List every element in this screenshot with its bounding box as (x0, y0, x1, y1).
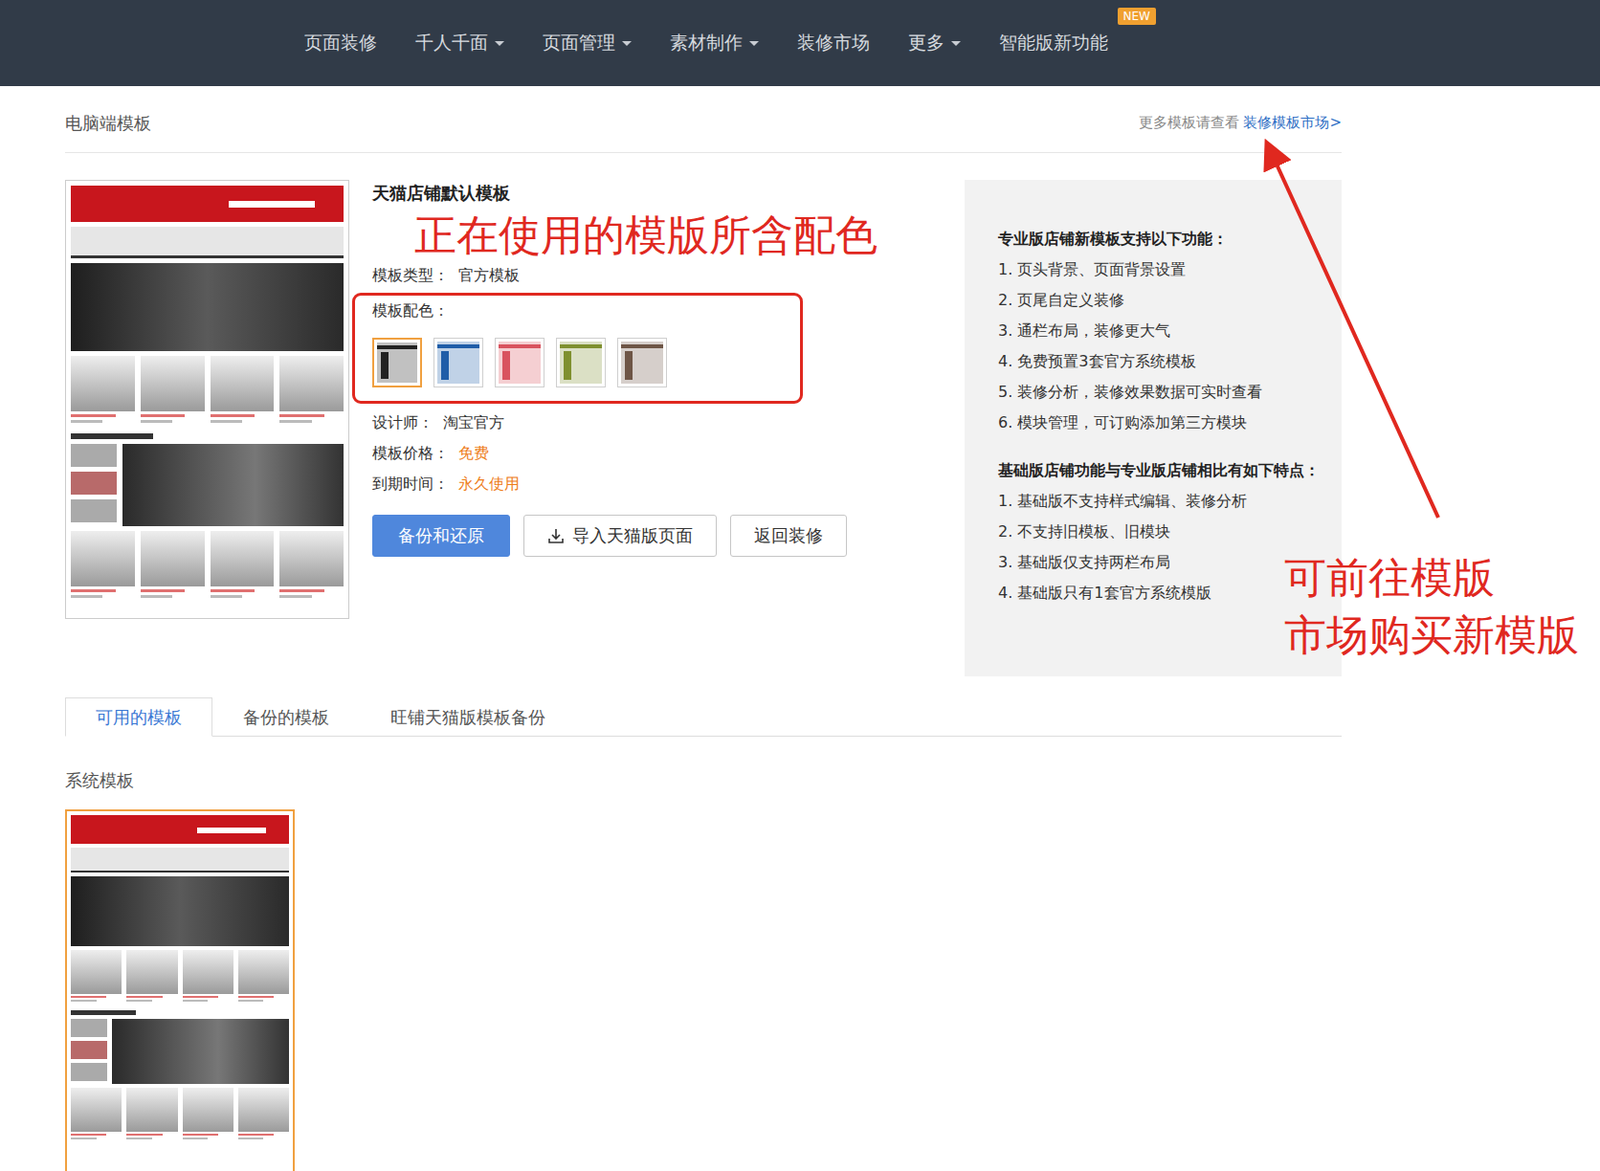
feature-item: 4. 免费预置3套官方系统模板 (998, 346, 1323, 378)
feature-panel: 专业版店铺新模板支持以下功能：1. 页头背景、页面背景设置2. 页尾自定义装修3… (964, 179, 1342, 677)
section-header: 电脑端模板 更多模板请查看 装修模板市场> (65, 86, 1342, 154)
info-field: 模板类型：官方模板 (372, 264, 937, 288)
feature-item: 2. 页尾自定义装修 (998, 285, 1323, 316)
nav-item[interactable]: 页面管理 (542, 30, 632, 56)
feature-item: 3. 基础版仅支持两栏布局 (998, 547, 1323, 578)
caret-icon (494, 41, 505, 46)
download-icon (547, 527, 565, 545)
nav-item[interactable]: 千人千面 (415, 30, 505, 56)
nav-item[interactable]: 页面装修 (304, 30, 378, 56)
feature-item: 3. 通栏布局，装修更大气 (998, 315, 1323, 347)
caret-icon (951, 41, 961, 46)
feature-item: 1. 页头背景、页面背景设置 (998, 254, 1323, 286)
section-title: 电脑端模板 (65, 111, 152, 135)
preview-banner (70, 876, 289, 947)
color-annotation: 正在使用的模版所含配色 (414, 210, 937, 261)
tab[interactable]: 旺铺天猫版模板备份 (359, 697, 577, 737)
feature-item: 2. 不支持旧模板、旧模块 (998, 516, 1323, 548)
caret-icon (749, 41, 759, 46)
tab[interactable]: 备份的模板 (212, 697, 360, 737)
color-highlight-box: 模板配色： (352, 292, 803, 404)
preview-header (70, 815, 289, 845)
nav-item[interactable]: 智能版新功能NEW (999, 30, 1109, 56)
new-badge: NEW (1117, 7, 1156, 25)
preview-banner (70, 263, 344, 352)
color-swatch[interactable] (494, 337, 545, 388)
template-info: 天猫店铺默认模板正在使用的模版所含配色模板类型：官方模板模板配色：设计师：淘宝官… (372, 179, 937, 677)
action-button[interactable]: 返回装修 (730, 514, 847, 557)
feature-item: 1. 基础版不支持样式编辑、装修分析 (998, 486, 1323, 517)
feature-item: 4. 基础版只有1套官方系统模版 (998, 577, 1323, 609)
info-field: 设计师：淘宝官方 (372, 411, 937, 435)
template-preview[interactable] (65, 809, 295, 1171)
system-templates-title: 系统模板 (65, 769, 1342, 793)
preview-header (70, 185, 344, 223)
top-nav: 页面装修 千人千面 页面管理 素材制作 装修市场 更多 智能版新功能NEW (0, 0, 1600, 87)
caret-icon (622, 41, 632, 46)
template-name: 天猫店铺默认模板 (372, 181, 937, 205)
color-swatch[interactable] (372, 337, 423, 388)
feature-item: 6. 模块管理，可订购添加第三方模块 (998, 407, 1323, 439)
color-swatch[interactable] (555, 337, 606, 388)
tab[interactable]: 可用的模板 (65, 697, 213, 737)
nav-item[interactable]: 素材制作 (669, 30, 759, 56)
template-tabs: 可用的模板备份的模板旺铺天猫版模板备份 (65, 697, 1342, 737)
info-field: 到期时间：永久使用 (372, 472, 937, 496)
action-button[interactable]: 备份和还原 (372, 514, 511, 557)
nav-item[interactable]: 更多 (908, 30, 961, 56)
feature-item: 5. 装修分析，装修效果数据可实时查看 (998, 377, 1323, 408)
market-annotation: 可前往模版市场购买新模版 (1284, 549, 1579, 665)
color-swatch[interactable] (433, 337, 484, 388)
red-arrow-icon (0, 0, 1600, 1171)
action-button[interactable]: 导入天猫版页面 (523, 514, 717, 557)
color-swatch[interactable] (617, 337, 667, 388)
nav-item[interactable]: 装修市场 (797, 30, 870, 56)
info-field: 模板价格：免费 (372, 442, 937, 466)
market-hint: 更多模板请查看 装修模板市场> (1138, 113, 1342, 133)
template-preview (65, 179, 350, 620)
market-link[interactable]: 装修模板市场> (1243, 113, 1342, 132)
